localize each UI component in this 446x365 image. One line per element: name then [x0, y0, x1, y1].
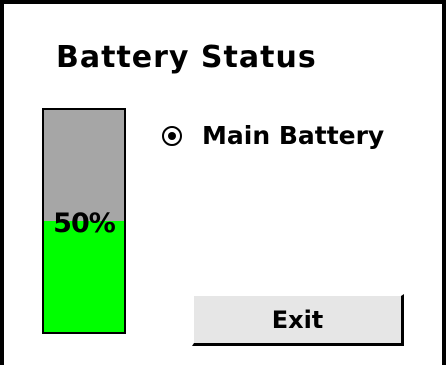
battery-gauge: 50%	[42, 108, 126, 334]
radio-selected-dot	[168, 131, 176, 140]
radio-button[interactable]	[162, 125, 182, 146]
window-title: Battery Status	[56, 40, 317, 75]
main-battery-option[interactable]: Main Battery	[162, 121, 384, 150]
exit-button[interactable]: Exit	[192, 294, 404, 346]
main-battery-label: Main Battery	[202, 121, 385, 150]
battery-status-window: Battery Status 50% Main Battery Exit	[0, 0, 446, 365]
battery-percent-label: 50%	[53, 208, 116, 239]
